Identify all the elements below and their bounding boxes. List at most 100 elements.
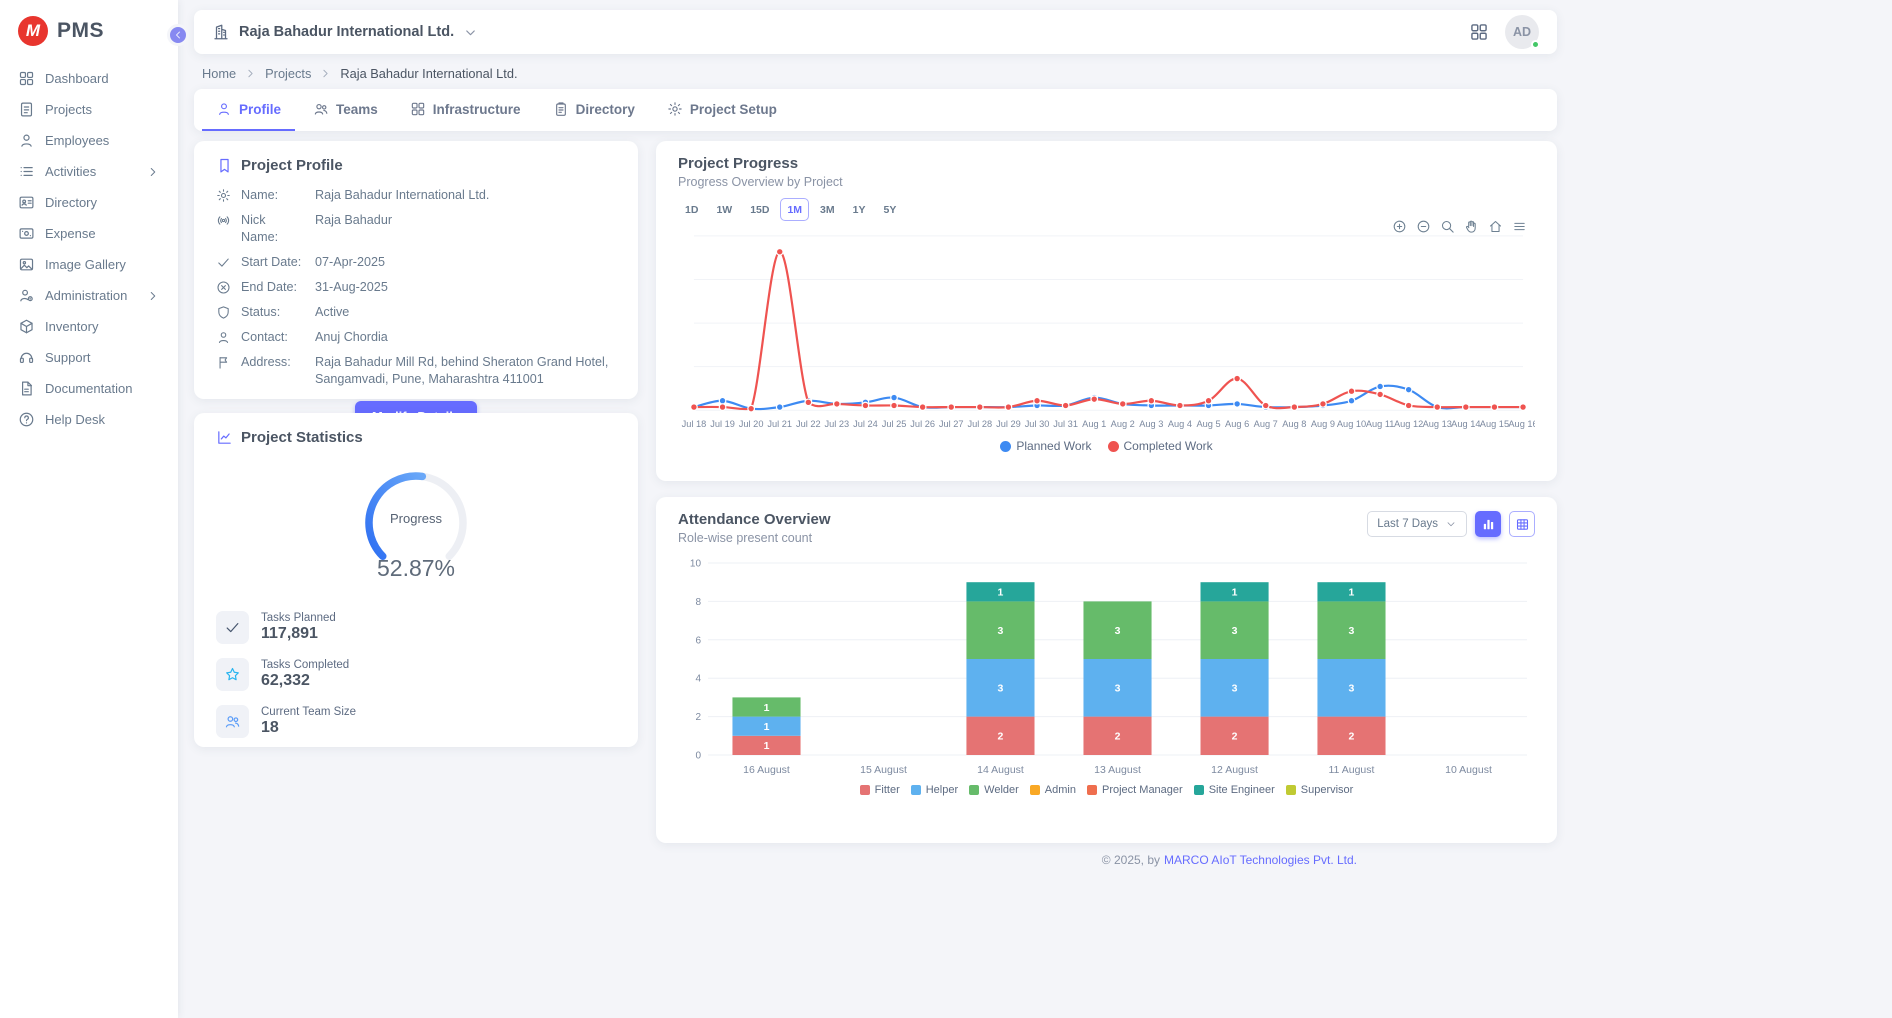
- gear-icon: [667, 101, 683, 117]
- profile-field-status: Status:Active: [216, 304, 616, 321]
- legend-helper[interactable]: Helper: [911, 784, 958, 796]
- tab-project-setup[interactable]: Project Setup: [653, 89, 791, 131]
- svg-text:Jul 30: Jul 30: [1025, 419, 1050, 429]
- attendance-chart[interactable]: 024681016 August11115 August14 August233…: [678, 551, 1535, 781]
- svg-text:14 August: 14 August: [977, 764, 1024, 776]
- chart-line-icon: [216, 429, 233, 446]
- menu-icon[interactable]: [1512, 219, 1527, 234]
- sidebar-item-label: Directory: [45, 195, 160, 210]
- svg-text:2: 2: [1232, 731, 1238, 743]
- sidebar-item-label: Support: [45, 350, 160, 365]
- svg-text:Jul 24: Jul 24: [853, 419, 878, 429]
- bar-chart-legend: Fitter Helper Welder Admin Project Manager Si…: [678, 784, 1535, 796]
- person-icon: [216, 101, 232, 117]
- shield-icon: [216, 305, 231, 320]
- legend-project-manager[interactable]: Project Manager: [1087, 784, 1183, 796]
- footer: © 2025, by MARCO AIoT Technologies Pvt. L…: [194, 843, 1557, 867]
- range-15d-button[interactable]: 15D: [743, 198, 776, 221]
- team-icon: [224, 713, 241, 730]
- svg-text:Aug 11: Aug 11: [1366, 419, 1395, 429]
- date-range-select[interactable]: Last 7 Days: [1367, 511, 1467, 537]
- profile-field-end-date: End Date:31-Aug-2025: [216, 279, 616, 296]
- range-1w-button[interactable]: 1W: [709, 198, 739, 221]
- legend-fitter[interactable]: Fitter: [860, 784, 900, 796]
- svg-text:Aug 3: Aug 3: [1139, 419, 1163, 429]
- legend-admin[interactable]: Admin: [1030, 784, 1076, 796]
- svg-text:Aug 4: Aug 4: [1168, 419, 1192, 429]
- svg-text:Jul 26: Jul 26: [910, 419, 935, 429]
- home-icon[interactable]: [1488, 219, 1503, 234]
- sidebar-item-administration[interactable]: Administration: [0, 281, 170, 310]
- table-view-toggle-button[interactable]: [1509, 511, 1535, 537]
- stats-list: Tasks Planned117,891Tasks Completed62,33…: [216, 611, 616, 738]
- field-label: Status:: [241, 304, 305, 321]
- svg-text:3: 3: [1115, 683, 1121, 695]
- avatar[interactable]: AD: [1505, 15, 1539, 49]
- grid-icon: [410, 101, 426, 117]
- chevron-right-icon: [146, 165, 160, 179]
- field-label: Start Date:: [241, 254, 305, 271]
- legend-planned-work[interactable]: Planned Work: [1000, 439, 1091, 453]
- sidebar-item-image-gallery[interactable]: Image Gallery: [0, 250, 170, 279]
- tab-infrastructure[interactable]: Infrastructure: [396, 89, 535, 131]
- field-label: Address:: [241, 354, 305, 371]
- stat-icon-box: [216, 705, 249, 738]
- range-3m-button[interactable]: 3M: [813, 198, 842, 221]
- sidebar-item-inventory[interactable]: Inventory: [0, 312, 170, 341]
- topbar-right: AD: [1469, 15, 1539, 49]
- chart-view-toggle-button[interactable]: [1475, 511, 1501, 537]
- inventory-icon: [18, 318, 35, 335]
- tab-directory[interactable]: Directory: [539, 89, 649, 131]
- legend-completed-work[interactable]: Completed Work: [1108, 439, 1213, 453]
- sidebar-item-help-desk[interactable]: Help Desk: [0, 405, 170, 434]
- range-1d-button[interactable]: 1D: [678, 198, 705, 221]
- magnifier-icon[interactable]: [1440, 219, 1455, 234]
- svg-text:6: 6: [695, 635, 701, 646]
- svg-text:13 August: 13 August: [1094, 764, 1141, 776]
- profile-field-name: Name:Raja Bahadur International Ltd.: [216, 187, 616, 204]
- svg-text:Aug 5: Aug 5: [1196, 419, 1220, 429]
- sidebar-item-directory[interactable]: Directory: [0, 188, 170, 217]
- app-logo[interactable]: M PMS: [0, 0, 178, 58]
- svg-text:Aug 14: Aug 14: [1451, 419, 1480, 429]
- field-value: 07-Apr-2025: [315, 254, 616, 271]
- field-value: Raja Bahadur Mill Rd, behind Sheraton Gr…: [315, 354, 616, 388]
- sidebar-item-activities[interactable]: Activities: [0, 157, 170, 186]
- svg-text:3: 3: [1349, 683, 1355, 695]
- sidebar-item-documentation[interactable]: Documentation: [0, 374, 170, 403]
- building-icon: [212, 23, 230, 41]
- apps-grid-icon[interactable]: [1469, 22, 1489, 42]
- legend-site-engineer[interactable]: Site Engineer: [1194, 784, 1275, 796]
- zoom-out-icon[interactable]: [1416, 219, 1431, 234]
- pan-icon[interactable]: [1464, 219, 1479, 234]
- sidebar-item-dashboard[interactable]: Dashboard: [0, 64, 170, 93]
- sidebar: M PMS Dashboard ProjectsEmployeesActiviti…: [0, 0, 178, 1018]
- company-selector[interactable]: Raja Bahadur International Ltd.: [212, 23, 478, 41]
- breadcrumb-item[interactable]: Home: [202, 66, 236, 81]
- project-statistics-title-row: Project Statistics: [216, 429, 616, 446]
- sidebar-item-expense[interactable]: Expense: [0, 219, 170, 248]
- legend-welder[interactable]: Welder: [969, 784, 1019, 796]
- sidebar-item-support[interactable]: Support: [0, 343, 170, 372]
- sidebar-item-employees[interactable]: Employees: [0, 126, 170, 155]
- svg-text:11 August: 11 August: [1329, 764, 1375, 776]
- legend-supervisor[interactable]: Supervisor: [1286, 784, 1354, 796]
- zoom-in-icon[interactable]: [1392, 219, 1407, 234]
- tab-profile[interactable]: Profile: [202, 89, 295, 131]
- sidebar-collapse-button[interactable]: [167, 24, 189, 46]
- range-1m-button[interactable]: 1M: [780, 198, 809, 221]
- range-5y-button[interactable]: 5Y: [876, 198, 903, 221]
- sidebar-item-label: Dashboard: [45, 71, 160, 86]
- stat-value: 62,332: [261, 672, 349, 690]
- footer-link[interactable]: MARCO AIoT Technologies Pvt. Ltd.: [1164, 853, 1357, 867]
- svg-text:15 August: 15 August: [860, 764, 907, 776]
- sidebar-item-projects[interactable]: Projects: [0, 95, 170, 124]
- project-progress-chart[interactable]: Jul 18Jul 19Jul 20Jul 21Jul 22Jul 23Jul …: [678, 226, 1535, 436]
- content-grid: Project Profile Name:Raja Bahadur Intern…: [194, 141, 1557, 843]
- tab-label: Directory: [576, 102, 635, 117]
- directory-icon: [18, 194, 35, 211]
- breadcrumb-item[interactable]: Projects: [265, 66, 311, 81]
- tab-teams[interactable]: Teams: [299, 89, 392, 131]
- range-1y-button[interactable]: 1Y: [846, 198, 873, 221]
- footer-text: © 2025, by: [1102, 853, 1160, 867]
